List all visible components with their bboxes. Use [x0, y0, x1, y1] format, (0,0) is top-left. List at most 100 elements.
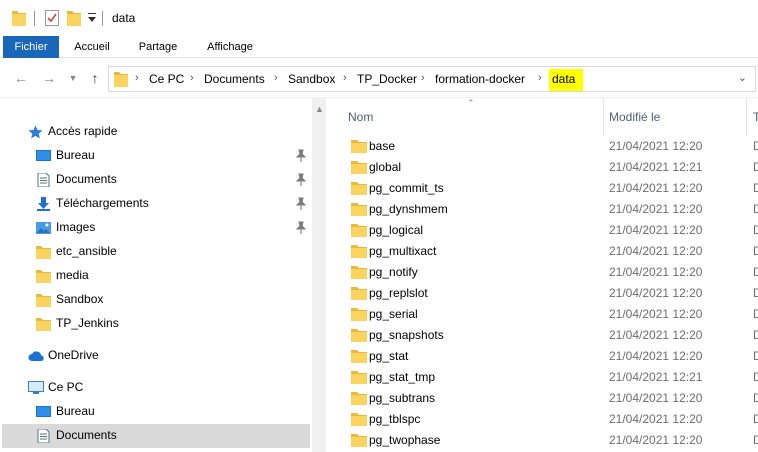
file-modified-date: 21/04/2021 12:20	[609, 244, 703, 258]
nav-quick-access[interactable]: Accès rapide	[2, 120, 310, 144]
nav-item-label: Accès rapide	[48, 124, 118, 138]
nav-onedrive[interactable]: OneDrive	[2, 344, 310, 368]
table-row[interactable]: base 21/04/2021 12:20 D	[326, 136, 758, 157]
pin-icon[interactable]	[295, 149, 307, 163]
file-name: pg_tblspc	[369, 412, 421, 426]
chevron-right-icon[interactable]: ›	[343, 72, 347, 84]
nav-item-documents[interactable]: Documents	[2, 168, 310, 192]
breadcrumb-ce-pc[interactable]: Ce PC	[149, 72, 184, 86]
folder-icon	[351, 308, 367, 321]
tab-accueil[interactable]: Accueil	[64, 36, 120, 58]
folder-icon	[36, 245, 51, 259]
nav-item-label: Documents	[56, 172, 117, 186]
nav-item-media[interactable]: media	[2, 264, 310, 288]
scroll-up-arrow-icon[interactable]: ▲	[315, 104, 324, 114]
tab-partage[interactable]: Partage	[128, 36, 188, 58]
table-row[interactable]: pg_subtrans 21/04/2021 12:20 D	[326, 388, 758, 409]
nav-scrollbar[interactable]: ▲	[312, 98, 326, 452]
file-name: pg_commit_ts	[369, 181, 444, 195]
tab-affichage[interactable]: Affichage	[196, 36, 264, 58]
forward-button[interactable]: →	[42, 70, 56, 86]
file-modified-date: 21/04/2021 12:20	[609, 328, 703, 342]
table-row[interactable]: pg_snapshots 21/04/2021 12:20 D	[326, 325, 758, 346]
navigation-pane: Accès rapide Bureau Documents Télécharge…	[0, 98, 326, 452]
file-type: D	[753, 181, 758, 195]
table-row[interactable]: pg_serial 21/04/2021 12:20 D	[326, 304, 758, 325]
nav-item-label: Images	[56, 220, 96, 234]
nav-pc-item-bureau[interactable]: Bureau	[2, 400, 310, 424]
table-row[interactable]: pg_stat_tmp 21/04/2021 12:21 D	[326, 367, 758, 388]
table-row[interactable]: pg_stat 21/04/2021 12:20 D	[326, 346, 758, 367]
file-modified-date: 21/04/2021 12:20	[609, 349, 703, 363]
customize-toolbar-icon[interactable]	[88, 12, 96, 26]
file-modified-date: 21/04/2021 12:20	[609, 412, 703, 426]
table-row[interactable]: pg_dynshmem 21/04/2021 12:20 D	[326, 199, 758, 220]
pin-icon[interactable]	[295, 197, 307, 211]
pin-icon[interactable]	[295, 221, 307, 235]
column-header-modified[interactable]: Modifié le	[604, 98, 746, 136]
file-type: D	[753, 139, 758, 153]
tab-fichier[interactable]: Fichier	[3, 36, 59, 58]
nav-pc-item-documents[interactable]: Documents	[2, 424, 310, 448]
breadcrumb-sandbox[interactable]: Sandbox	[288, 72, 335, 86]
table-row[interactable]: pg_notify 21/04/2021 12:20 D	[326, 262, 758, 283]
table-row[interactable]: pg_logical 21/04/2021 12:20 D	[326, 220, 758, 241]
breadcrumb-documents[interactable]: Documents	[204, 72, 265, 86]
document-icon	[36, 172, 51, 188]
folder-icon	[12, 10, 26, 29]
column-header-type[interactable]: T	[747, 98, 758, 136]
nav-item-tp-jenkins[interactable]: TP_Jenkins	[2, 312, 310, 336]
folder-icon	[351, 182, 367, 195]
table-row[interactable]: pg_tblspc 21/04/2021 12:20 D	[326, 409, 758, 430]
chevron-right-icon[interactable]: ›	[190, 72, 194, 84]
file-name: pg_snapshots	[369, 328, 444, 342]
file-type: D	[753, 349, 758, 363]
breadcrumb-tp-docker[interactable]: TP_Docker	[357, 72, 417, 86]
nav-item-etc-ansible[interactable]: etc_ansible	[2, 240, 310, 264]
file-name: pg_stat_tmp	[369, 370, 436, 384]
file-modified-date: 21/04/2021 12:20	[609, 307, 703, 321]
cloud-icon	[28, 349, 44, 363]
nav-item-images[interactable]: Images	[2, 216, 310, 240]
properties-icon[interactable]	[45, 10, 59, 29]
file-name: pg_stat	[369, 349, 409, 363]
file-modified-date: 21/04/2021 12:20	[609, 181, 703, 195]
up-button[interactable]: ↑	[88, 70, 102, 86]
nav-item-label: Documents	[56, 428, 117, 442]
chevron-right-icon[interactable]: ›	[274, 72, 278, 84]
address-dropdown-button[interactable]: ⌄	[738, 71, 747, 84]
document-icon	[36, 428, 51, 444]
table-row[interactable]: pg_replslot 21/04/2021 12:20 D	[326, 283, 758, 304]
file-modified-date: 21/04/2021 12:21	[609, 160, 703, 174]
pin-icon[interactable]	[295, 173, 307, 187]
recent-locations-button[interactable]: ▼	[66, 70, 80, 86]
file-name: pg_dynshmem	[369, 202, 448, 216]
folder-icon	[351, 413, 367, 426]
nav-item-telechargements[interactable]: Téléchargements	[2, 192, 310, 216]
nav-item-sandbox[interactable]: Sandbox	[2, 288, 310, 312]
folder-icon	[114, 71, 128, 90]
chevron-right-icon[interactable]: ›	[538, 72, 542, 84]
file-type: D	[753, 286, 758, 300]
back-button[interactable]: ←	[14, 70, 28, 86]
folder-icon	[351, 392, 367, 405]
breadcrumb-formation-docker[interactable]: formation-docker	[435, 72, 525, 86]
file-modified-date: 21/04/2021 12:20	[609, 265, 703, 279]
breadcrumb-data[interactable]: data	[549, 69, 584, 91]
chevron-right-icon[interactable]: ›	[421, 72, 425, 84]
table-row[interactable]: pg_commit_ts 21/04/2021 12:20 D	[326, 178, 758, 199]
file-type: D	[753, 202, 758, 216]
table-row[interactable]: global 21/04/2021 12:21 D	[326, 157, 758, 178]
column-header-label: Modifié le	[609, 110, 661, 124]
table-row[interactable]: pg_twophase 21/04/2021 12:20 D	[326, 430, 758, 451]
address-bar[interactable]: › Ce PC › Documents › Sandbox › TP_Docke…	[108, 66, 756, 92]
file-list: ⌃ Nom Modifié le T base 21/04/2021 12:20 D…	[326, 98, 758, 452]
toolbar-separator	[34, 11, 35, 26]
nav-ce-pc[interactable]: Ce PC	[2, 376, 310, 400]
column-header-name[interactable]: Nom	[340, 98, 605, 136]
new-folder-icon[interactable]	[67, 10, 81, 29]
file-name: pg_multixact	[369, 244, 437, 258]
window-title: data	[112, 11, 136, 25]
nav-item-bureau[interactable]: Bureau	[2, 144, 310, 168]
table-row[interactable]: pg_multixact 21/04/2021 12:20 D	[326, 241, 758, 262]
